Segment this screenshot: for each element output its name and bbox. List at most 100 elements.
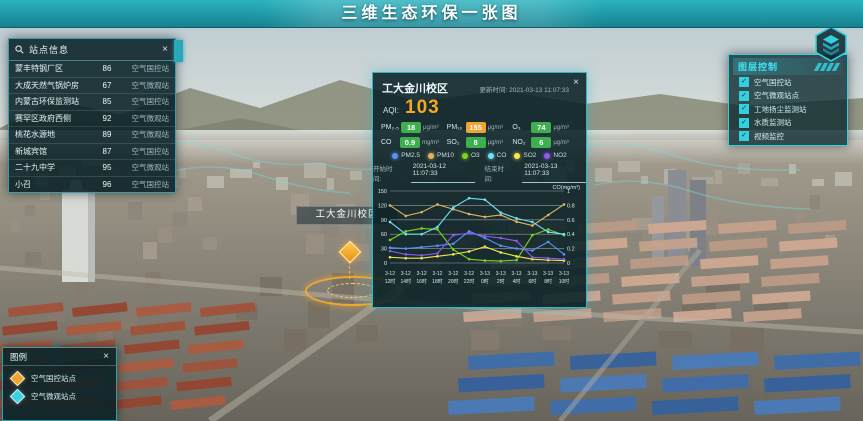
pollutant-value-badge: 6 [531,137,551,148]
popup-titlebar: 工大金川校区 更新时间: 2021-03-13 11:07:33 [373,73,586,96]
station-row[interactable]: 小召96空气国控站 [9,177,175,193]
station-aqi-value: 96 [97,180,117,189]
svg-text:90: 90 [381,218,387,224]
layer-item[interactable]: ✓空气国控站 [739,76,847,89]
station-name: 大成天然气锅炉房 [15,80,97,91]
update-time-label: 更新时间: [480,87,508,94]
page-title: 三维生态环保一张图 [0,0,863,27]
pollutant-cell: PM₂.₅18μg/m³ [381,122,447,133]
station-name: 蒙丰特钢厂区 [15,63,97,74]
pollutant-value-badge: 155 [466,122,486,133]
svg-text:3-12: 3-12 [448,271,458,277]
station-row[interactable]: 赛罕区政府西侧92空气微观站 [9,111,175,128]
station-detail-popup: 工大金川校区 更新时间: 2021-03-13 11:07:33 × AQI: … [372,72,587,308]
svg-text:0: 0 [567,261,570,267]
legend-dot [462,153,468,159]
pollutant-label: NO₂ [512,139,529,146]
close-icon[interactable]: × [103,352,109,362]
map-legend-panel: 图例 × 空气国控站点空气微观站点 [2,347,117,421]
svg-text:0.2: 0.2 [567,247,575,253]
layers-hexagon-icon[interactable] [814,26,848,62]
pollutant-unit: mg/m³ [422,140,439,146]
legend-label: SO2 [523,152,536,159]
svg-text:3-13: 3-13 [559,271,569,277]
pollutant-cell: PM₁₀155μg/m³ [447,122,513,133]
layer-checkbox[interactable]: ✓ [739,91,749,101]
layer-item[interactable]: ✓工地扬尘监测站 [739,103,847,116]
svg-text:2时: 2时 [497,278,505,285]
legend-label: PM2.5 [401,152,420,159]
svg-text:0.6: 0.6 [567,218,575,224]
legend-item-label: 空气微观站点 [31,391,76,402]
station-type: 空气微观站 [117,113,169,124]
station-panel-collapse-handle[interactable] [174,40,183,62]
layer-checkbox[interactable]: ✓ [739,131,749,141]
svg-text:3-12: 3-12 [401,271,411,277]
svg-text:3-13: 3-13 [496,271,506,277]
layer-item[interactable]: ✓空气微观站点 [739,90,847,103]
station-list-panel: 站点信息 × 蒙丰特钢厂区86空气国控站大成天然气锅炉房67空气微观站内蒙古环保… [8,38,176,193]
station-aqi-value: 86 [97,64,117,73]
layer-checkbox[interactable]: ✓ [739,77,749,87]
svg-text:3-12: 3-12 [417,271,427,277]
time-range-row: 开始时间: 2021-03-12 11:07:33 结束时间: 2021-03-… [373,159,586,183]
station-row[interactable]: 内蒙古环保监测站85空气国控站 [9,94,175,111]
station-row[interactable]: 二十九中学95空气微观站 [9,160,175,177]
station-row[interactable]: 蒙丰特钢厂区86空气国控站 [9,61,175,78]
station-aqi-value: 67 [97,81,117,90]
station-name: 内蒙古环保监测站 [15,96,97,107]
chart-legend-item[interactable]: PM2.5 [392,152,420,159]
station-type: 空气微观站 [117,162,169,173]
svg-text:3-13: 3-13 [512,271,522,277]
station-row[interactable]: 大成天然气锅炉房67空气微观站 [9,78,175,95]
layer-checkbox[interactable]: ✓ [739,104,749,114]
layer-panel-title: 图层控制 [738,60,816,73]
close-icon[interactable]: × [162,45,169,55]
layer-control-panel: 图层控制 ✓空气国控站✓空气微观站点✓工地扬尘监测站✓水质监测站✓视频监控 [728,54,848,146]
legend-dot [488,153,494,159]
pollutant-value-badge: 18 [401,122,421,133]
chart-legend-item[interactable]: O3 [462,152,480,159]
legend-item: 空气微观站点 [3,384,116,402]
pollutant-unit: μg/m³ [553,140,568,146]
chart-legend-item[interactable]: PM10 [428,152,454,159]
marker-pulse-ring-inner [327,283,377,298]
legend-panel-title: 图例 [10,351,27,363]
station-type: 空气微观站 [117,80,169,91]
svg-text:12时: 12时 [385,278,396,285]
svg-text:3-12: 3-12 [464,271,474,277]
svg-text:10时: 10时 [559,278,570,285]
pollutant-value-badge: 74 [531,122,551,133]
close-icon[interactable]: × [573,78,579,88]
pollutant-label: PM₁₀ [447,124,464,131]
svg-text:0.8: 0.8 [567,203,575,209]
pollutant-cell: SO₂8μg/m³ [447,137,513,148]
pollutant-value-badge: 8 [466,137,486,148]
chart-legend-item[interactable]: SO2 [514,152,536,159]
pollutant-value-badge: 0.9 [400,137,420,148]
svg-text:3-12: 3-12 [432,271,442,277]
svg-text:60: 60 [381,232,387,238]
aqi-row: AQI: 103 [373,96,586,119]
end-time-label: 结束时间: [485,163,513,183]
station-row[interactable]: 新城宾馆87空气国控站 [9,144,175,161]
layer-item[interactable]: ✓水质监测站 [739,117,847,130]
end-time-value[interactable]: 2021-03-13 11:07:33 [522,163,586,183]
popup-station-name: 工大金川校区 [382,80,448,96]
legend-panel-header: 图例 × [3,348,116,366]
station-aqi-value: 89 [97,130,117,139]
svg-text:30: 30 [381,247,387,253]
station-type: 空气国控站 [117,146,169,157]
layer-checkbox[interactable]: ✓ [739,118,749,128]
pollutant-trend-chart: 030609012015000.20.40.60.81CO(mg/m³)3-12… [373,183,582,297]
svg-text:14时: 14时 [401,278,412,285]
svg-text:3-13: 3-13 [543,271,553,277]
start-time-value[interactable]: 2021-03-12 11:07:33 [411,163,475,183]
chart-legend-item[interactable]: CO [488,152,507,159]
station-row[interactable]: 桃花水源地89空气微观站 [9,127,175,144]
chart-legend-item[interactable]: NO2 [544,152,566,159]
layer-item[interactable]: ✓视频监控 [739,130,847,143]
start-time-label: 开始时间: [373,163,401,183]
svg-text:22时: 22时 [464,278,475,285]
legend-label: PM10 [437,152,454,159]
